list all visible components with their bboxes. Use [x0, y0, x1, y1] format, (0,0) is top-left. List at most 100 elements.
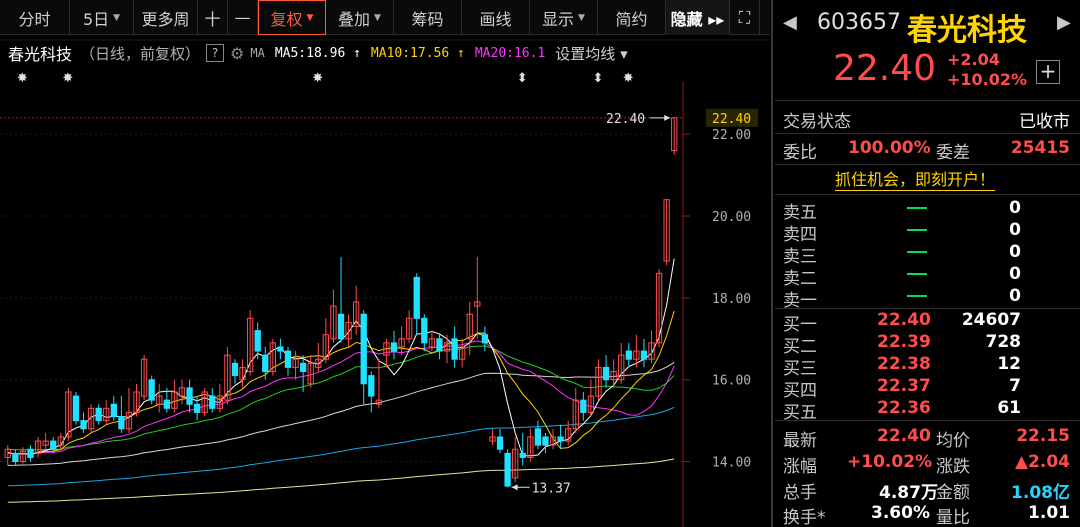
- level-price: [877, 286, 927, 306]
- ma120-line: [7, 406, 675, 487]
- stock-name: 春光科技: [907, 13, 1027, 48]
- open-account-link[interactable]: 抓住机会，即刻开户！: [835, 170, 996, 191]
- tab-5day-label: 5日: [82, 9, 110, 29]
- bid-level[interactable]: 买三 22.38 12: [773, 354, 1073, 379]
- minus-button[interactable]: —: [228, 0, 258, 35]
- candle-down: [640, 350, 648, 360]
- current-price-label: 22.40: [712, 112, 751, 127]
- ask-level[interactable]: 卖三 0: [773, 242, 1073, 267]
- amount-value: 1.08亿: [1011, 483, 1070, 503]
- candle-down: [602, 366, 610, 381]
- set-ma-dropdown[interactable]: 设置均线 ▾: [555, 43, 627, 64]
- candle-down: [50, 440, 57, 450]
- draw-line-button[interactable]: 画线: [462, 0, 530, 35]
- event-marker-icon: ✸: [623, 71, 634, 86]
- candle-down: [496, 436, 504, 450]
- prev-stock-arrow-icon[interactable]: ◀: [783, 12, 797, 33]
- bid-level[interactable]: 买一 22.40 24607: [773, 310, 1073, 335]
- trade-status-value: 已收市: [1019, 112, 1070, 132]
- level-volume: 0: [1009, 198, 1021, 218]
- candle-down: [262, 354, 269, 373]
- ask-level[interactable]: 卖四 0: [773, 220, 1073, 245]
- candle-down: [186, 387, 193, 405]
- last-price: 22.40: [833, 48, 937, 89]
- adjust-dropdown[interactable]: 复权 ▼: [258, 0, 326, 35]
- tab-5day[interactable]: 5日 ▼: [70, 0, 134, 35]
- y-tick-label: 18.00: [712, 292, 751, 307]
- candle-down: [481, 334, 489, 344]
- level-price: [877, 198, 927, 218]
- candle-down: [451, 338, 458, 360]
- level-price: [877, 264, 927, 284]
- add-watchlist-button[interactable]: +: [1036, 60, 1060, 84]
- empty-dash: [907, 207, 927, 209]
- level-volume: 7: [1009, 376, 1021, 396]
- gear-icon[interactable]: ⚙: [230, 44, 244, 63]
- pct-change-label: 涨幅: [783, 457, 817, 477]
- candle-down: [80, 420, 87, 430]
- candle-down: [436, 338, 443, 352]
- next-stock-arrow-icon[interactable]: ▶: [1057, 12, 1071, 33]
- min-price-annotation: 13.37: [532, 481, 571, 496]
- crosshair-button[interactable]: 十: [198, 0, 228, 35]
- y-tick-label: 16.00: [712, 374, 751, 389]
- candle-down: [95, 407, 102, 422]
- level-price: [877, 242, 927, 262]
- tab-timeshare[interactable]: 分时: [0, 0, 70, 35]
- bid-level[interactable]: 买二 22.39 728: [773, 332, 1073, 357]
- level-volume: 0: [1009, 242, 1021, 262]
- level-volume: 61: [997, 398, 1021, 418]
- candle-down: [368, 375, 375, 397]
- ask-level[interactable]: 卖五 0: [773, 198, 1073, 223]
- legend-ma5: MA5:18.96 ↑: [274, 45, 361, 61]
- y-tick-label: 14.00: [712, 456, 751, 471]
- change-label: 涨跌: [936, 457, 970, 477]
- candle-down: [413, 276, 420, 319]
- empty-dash: [907, 273, 927, 275]
- volume-ratio-value: 1.01: [1028, 503, 1070, 523]
- overlay-dropdown[interactable]: 叠加 ▼: [326, 0, 394, 35]
- divider: [775, 164, 1080, 165]
- chevron-down-icon: ▼: [113, 12, 121, 23]
- order-ratio-label: 委比: [783, 143, 817, 163]
- volume-label: 总手: [783, 483, 817, 503]
- ask-level[interactable]: 卖二 0: [773, 264, 1073, 289]
- order-ratio-value: 100.00%: [848, 138, 931, 158]
- chevron-down-icon: ▼: [306, 12, 314, 23]
- hide-button[interactable]: 隐藏 ▸▸: [666, 0, 730, 35]
- simple-button-label: 简约: [615, 9, 648, 29]
- legend-stock-name: 春光科技: [8, 45, 73, 64]
- simple-button[interactable]: 简约: [598, 0, 666, 35]
- chart-toolbar: 分时 5日 ▼ 更多周十 — 复权 ▼ 叠加 ▼ 筹码 画线 显示 ▼ 简约 隐藏 ▸▸ ⛶: [0, 0, 770, 35]
- ask-level[interactable]: 卖一 0: [773, 286, 1073, 311]
- help-icon[interactable]: ?: [206, 44, 225, 62]
- kline-chart[interactable]: 22.00 20.00 18.00 16.00 14.00 22.40 22.40 13.37…: [0, 36, 770, 527]
- y-tick-label: 20.00: [712, 210, 751, 225]
- level-price: 22.37: [877, 376, 931, 396]
- ma250-line: [7, 458, 675, 503]
- chips-button[interactable]: 筹码: [394, 0, 462, 35]
- change-value: ▲2.04: [1014, 452, 1070, 472]
- candle-down: [163, 399, 170, 409]
- legend-mode: （日线，前复权）: [80, 44, 201, 63]
- crosshair-button-label: 十: [204, 9, 221, 29]
- price-change: +2.04: [947, 50, 1000, 69]
- candle-down: [72, 395, 80, 422]
- bid-level[interactable]: 买五 22.36 61: [773, 398, 1073, 423]
- empty-dash: [907, 229, 927, 231]
- tab-more-period[interactable]: 更多周: [134, 0, 198, 35]
- volume-value: 4.87万: [879, 483, 938, 503]
- y-tick-label: 22.00: [712, 128, 751, 143]
- turnover-value: 3.60%: [871, 503, 930, 523]
- order-diff-value: 25415: [1010, 138, 1070, 158]
- fullscreen-icon[interactable]: ⛶: [730, 0, 760, 35]
- fullscreen-icon-label: ⛶: [738, 7, 751, 27]
- bid-level[interactable]: 买四 22.37 7: [773, 376, 1073, 401]
- avg-price-value: 22.15: [1016, 426, 1070, 446]
- candle-down: [421, 317, 428, 344]
- display-dropdown[interactable]: 显示 ▼: [530, 0, 598, 35]
- level-price: 22.38: [877, 354, 931, 374]
- event-marker-icon: ✸: [312, 71, 323, 86]
- candle-down: [193, 403, 201, 413]
- latest-label: 最新: [783, 431, 817, 451]
